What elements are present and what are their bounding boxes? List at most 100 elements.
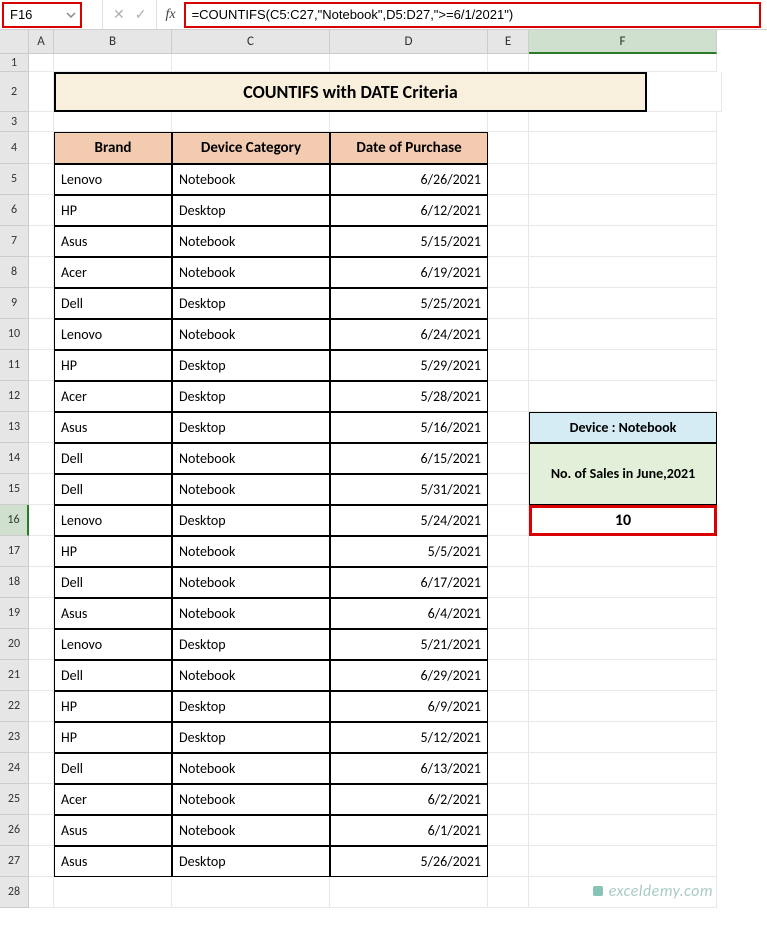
- cell[interactable]: [488, 660, 529, 691]
- cell-date[interactable]: 5/28/2021: [330, 381, 488, 412]
- cell[interactable]: [29, 567, 54, 598]
- cell-date[interactable]: 5/15/2021: [330, 226, 488, 257]
- cell[interactable]: [529, 536, 717, 567]
- cell[interactable]: [529, 629, 717, 660]
- cell[interactable]: [488, 567, 529, 598]
- cell[interactable]: [488, 132, 529, 164]
- cell-date[interactable]: 6/13/2021: [330, 753, 488, 784]
- cell-category[interactable]: Desktop: [172, 381, 330, 412]
- cell-category[interactable]: Notebook: [172, 319, 330, 350]
- result-cell[interactable]: 10: [529, 505, 717, 536]
- col-header-B[interactable]: B: [54, 30, 172, 54]
- cell[interactable]: [29, 164, 54, 195]
- cell[interactable]: [529, 846, 717, 877]
- cell-brand[interactable]: Dell: [54, 567, 172, 598]
- cell-date[interactable]: 5/26/2021: [330, 846, 488, 877]
- cell-category[interactable]: Notebook: [172, 598, 330, 629]
- cell[interactable]: [488, 350, 529, 381]
- cell[interactable]: [488, 722, 529, 753]
- cell[interactable]: [29, 112, 54, 132]
- cell[interactable]: [488, 112, 529, 132]
- cell[interactable]: [647, 72, 722, 112]
- row-header-1[interactable]: 1: [0, 54, 29, 72]
- cell-category[interactable]: Desktop: [172, 629, 330, 660]
- cell[interactable]: [529, 112, 717, 132]
- title-cell[interactable]: COUNTIFS with DATE Criteria: [54, 72, 647, 112]
- cell-date[interactable]: 6/4/2021: [330, 598, 488, 629]
- cell[interactable]: [29, 877, 54, 908]
- cell-category[interactable]: Desktop: [172, 722, 330, 753]
- row-header-15[interactable]: 15: [0, 474, 29, 505]
- cell[interactable]: [529, 691, 717, 722]
- th-category[interactable]: Device Category: [172, 132, 330, 164]
- cell-category[interactable]: Notebook: [172, 474, 330, 505]
- cell[interactable]: [54, 877, 172, 908]
- row-header-8[interactable]: 8: [0, 257, 29, 288]
- cell-brand[interactable]: HP: [54, 691, 172, 722]
- cell[interactable]: [29, 72, 54, 112]
- col-header-D[interactable]: D: [330, 30, 488, 54]
- cell-date[interactable]: 5/24/2021: [330, 505, 488, 536]
- cell-category[interactable]: Desktop: [172, 691, 330, 722]
- cell[interactable]: [172, 54, 330, 72]
- cell-date[interactable]: 5/16/2021: [330, 412, 488, 443]
- cell[interactable]: [29, 846, 54, 877]
- row-header-19[interactable]: 19: [0, 598, 29, 629]
- name-box[interactable]: [4, 7, 62, 22]
- row-header-5[interactable]: 5: [0, 164, 29, 195]
- cell-date[interactable]: 5/5/2021: [330, 536, 488, 567]
- cell-date[interactable]: 6/24/2021: [330, 319, 488, 350]
- cell[interactable]: [488, 846, 529, 877]
- row-header-10[interactable]: 10: [0, 319, 29, 350]
- cell-date[interactable]: 6/1/2021: [330, 815, 488, 846]
- cell[interactable]: [529, 164, 717, 195]
- cell-brand[interactable]: Lenovo: [54, 505, 172, 536]
- cell[interactable]: [29, 660, 54, 691]
- cell-category[interactable]: Notebook: [172, 443, 330, 474]
- cell[interactable]: [29, 536, 54, 567]
- cell[interactable]: [529, 54, 717, 72]
- cell[interactable]: [488, 753, 529, 784]
- cell-category[interactable]: Desktop: [172, 288, 330, 319]
- cell[interactable]: [29, 288, 54, 319]
- cell-category[interactable]: Notebook: [172, 815, 330, 846]
- row-header-4[interactable]: 4: [0, 132, 29, 164]
- cell[interactable]: [488, 164, 529, 195]
- row-header-20[interactable]: 20: [0, 629, 29, 660]
- cell[interactable]: [529, 195, 717, 226]
- cell[interactable]: [29, 412, 54, 443]
- cell-brand[interactable]: HP: [54, 536, 172, 567]
- cell-category[interactable]: Desktop: [172, 350, 330, 381]
- cell[interactable]: [529, 784, 717, 815]
- cell-brand[interactable]: Lenovo: [54, 164, 172, 195]
- cell-date[interactable]: 5/31/2021: [330, 474, 488, 505]
- row-header-17[interactable]: 17: [0, 536, 29, 567]
- cell[interactable]: [529, 567, 717, 598]
- cell[interactable]: [529, 815, 717, 846]
- row-header-9[interactable]: 9: [0, 288, 29, 319]
- cell[interactable]: [29, 784, 54, 815]
- cell[interactable]: [488, 784, 529, 815]
- cell-date[interactable]: 6/19/2021: [330, 257, 488, 288]
- sales-label-cell[interactable]: No. of Sales in June,2021: [529, 443, 717, 505]
- cell-brand[interactable]: Asus: [54, 412, 172, 443]
- cell[interactable]: [488, 598, 529, 629]
- cell[interactable]: [529, 350, 717, 381]
- cell[interactable]: [29, 132, 54, 164]
- cell[interactable]: [330, 112, 488, 132]
- cell[interactable]: [529, 381, 717, 412]
- cell-date[interactable]: 6/26/2021: [330, 164, 488, 195]
- row-header-12[interactable]: 12: [0, 381, 29, 412]
- cell-date[interactable]: 6/2/2021: [330, 784, 488, 815]
- cell-category[interactable]: Notebook: [172, 257, 330, 288]
- cell-category[interactable]: Notebook: [172, 164, 330, 195]
- cell-date[interactable]: 5/21/2021: [330, 629, 488, 660]
- row-header-26[interactable]: 26: [0, 815, 29, 846]
- row-header-21[interactable]: 21: [0, 660, 29, 691]
- cell[interactable]: [172, 112, 330, 132]
- cell[interactable]: [488, 226, 529, 257]
- row-header-16[interactable]: 16: [0, 505, 29, 536]
- cell[interactable]: [488, 536, 529, 567]
- cell[interactable]: [29, 350, 54, 381]
- cell[interactable]: [529, 288, 717, 319]
